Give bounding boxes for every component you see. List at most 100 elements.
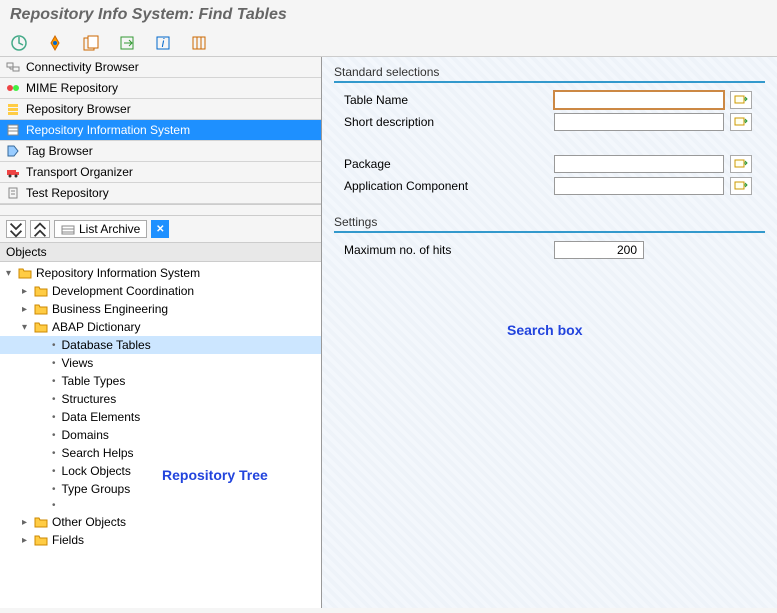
annotation-search-box: Search box <box>507 322 582 338</box>
connectivity-icon <box>6 60 20 74</box>
tree-item[interactable]: ▸ Business Engineering <box>0 300 321 318</box>
tree-item[interactable]: ▸ Other Objects <box>0 513 321 531</box>
multiple-selection-button[interactable] <box>730 113 752 131</box>
field-label: Table Name <box>334 93 554 107</box>
field-input-1[interactable] <box>554 113 724 131</box>
nav-item-mime[interactable]: MIME Repository <box>0 78 321 99</box>
form-row: Short description <box>334 111 765 133</box>
close-button[interactable]: ✕ <box>151 220 169 238</box>
nav-item-label: Tag Browser <box>26 144 93 158</box>
tree-item-label: Repository Information System <box>36 266 200 280</box>
main-toolbar: i <box>0 30 777 57</box>
multiple-selection-button[interactable] <box>730 91 752 109</box>
bullet-icon: • <box>52 340 56 351</box>
tree-item[interactable]: • Views <box>0 354 321 372</box>
browser-icon <box>6 102 20 116</box>
tree-toggle-icon[interactable]: ▾ <box>6 268 18 279</box>
tree-item[interactable]: ▸Fields <box>0 531 321 549</box>
expand-down-icon[interactable] <box>6 220 26 238</box>
nav-item-label: Connectivity Browser <box>26 60 139 74</box>
tree-item-label: ABAP Dictionary <box>52 320 140 334</box>
folder-icon <box>34 303 48 315</box>
multiple-selection-button[interactable] <box>730 155 752 173</box>
variants-icon[interactable] <box>46 34 64 52</box>
bullet-icon: • <box>52 448 56 459</box>
execute-icon[interactable] <box>10 34 28 52</box>
list-toolbar: List Archive ✕ <box>0 215 321 243</box>
nav-item-label: MIME Repository <box>26 81 118 95</box>
field-label: Short description <box>334 115 554 129</box>
nav-item-info[interactable]: Repository Information System <box>0 120 321 141</box>
tree-item-label: Other Objects <box>52 515 126 529</box>
nav-item-tag[interactable]: Tag Browser <box>0 141 321 162</box>
tree-item[interactable]: •Type Groups <box>0 480 321 498</box>
svg-text:i: i <box>162 36 165 50</box>
folder-icon <box>18 267 32 279</box>
bullet-icon: • <box>52 466 56 477</box>
tree-item[interactable]: • Data Elements <box>0 408 321 426</box>
new-selection-icon[interactable] <box>118 34 136 52</box>
form-row: Table Name <box>334 89 765 111</box>
form-row: Package <box>334 153 765 175</box>
navigation-list: Connectivity Browser MIME Repository Repos… <box>0 57 321 205</box>
tree-item[interactable]: • Domains <box>0 426 321 444</box>
tree-item[interactable]: •Structures <box>0 390 321 408</box>
info-icon <box>6 123 20 137</box>
bullet-icon: • <box>52 484 56 495</box>
info-icon[interactable]: i <box>154 34 172 52</box>
tree-item-label: Database Tables <box>62 338 151 352</box>
list-archive-label: List Archive <box>79 222 140 236</box>
tree-item[interactable]: •Table Types <box>0 372 321 390</box>
bullet-icon: • <box>52 412 56 423</box>
bullet-icon: • <box>52 358 56 369</box>
tree-item[interactable]: • <box>0 498 321 513</box>
layout-icon[interactable] <box>190 34 208 52</box>
nav-item-test[interactable]: Test Repository <box>0 183 321 204</box>
form-row: Application Component <box>334 175 765 197</box>
tree-item-label: Development Coordination <box>52 284 194 298</box>
transport-icon <box>6 165 20 179</box>
field-label: Application Component <box>334 179 554 193</box>
tree-item[interactable]: ▾ Repository Information System <box>0 264 321 282</box>
tree-toggle-icon[interactable]: ▸ <box>22 286 34 297</box>
tree-toggle-icon[interactable]: ▾ <box>22 322 34 333</box>
tag-icon <box>6 144 20 158</box>
collapse-up-icon[interactable] <box>30 220 50 238</box>
tree-toggle-icon[interactable]: ▸ <box>22 535 34 546</box>
tree-item-label: Domains <box>62 428 109 442</box>
tree-item-label: Data Elements <box>62 410 141 424</box>
tree-item-label: Structures <box>62 392 117 406</box>
tree-item[interactable]: ▸ Development Coordination <box>0 282 321 300</box>
standard-selections-title: Standard selections <box>334 63 765 83</box>
field-input-2[interactable] <box>554 155 724 173</box>
bullet-icon: • <box>52 430 56 441</box>
max-hits-label: Maximum no. of hits <box>334 243 554 257</box>
nav-item-transport[interactable]: Transport Organizer <box>0 162 321 183</box>
objects-header: Objects <box>0 243 321 262</box>
bullet-icon: • <box>52 500 56 511</box>
tree-item-label: Views <box>62 356 94 370</box>
nav-item-label: Test Repository <box>26 186 109 200</box>
max-hits-input[interactable] <box>554 241 644 259</box>
copy-icon[interactable] <box>82 34 100 52</box>
tree-item-label: Lock Objects <box>62 464 131 478</box>
tree-item[interactable]: •Search Helps <box>0 444 321 462</box>
tree-item-label: Business Engineering <box>52 302 168 316</box>
tree-item[interactable]: ▾ ABAP Dictionary <box>0 318 321 336</box>
tree-toggle-icon[interactable]: ▸ <box>22 304 34 315</box>
nav-item-browser[interactable]: Repository Browser <box>0 99 321 120</box>
folder-icon <box>34 321 48 333</box>
test-icon <box>6 186 20 200</box>
field-input-0[interactable] <box>554 91 724 109</box>
tree-toggle-icon[interactable]: ▸ <box>22 517 34 528</box>
multiple-selection-button[interactable] <box>730 177 752 195</box>
folder-icon <box>34 534 48 546</box>
field-input-3[interactable] <box>554 177 724 195</box>
page-title: Repository Info System: Find Tables <box>0 0 777 30</box>
tree-item[interactable]: • Lock Objects <box>0 462 321 480</box>
nav-item-connectivity[interactable]: Connectivity Browser <box>0 57 321 78</box>
list-archive-button[interactable]: List Archive <box>54 220 147 238</box>
settings-title: Settings <box>334 213 765 233</box>
tree-item[interactable]: • Database Tables <box>0 336 321 354</box>
repository-tree: ▾Repository Information System▸Developme… <box>0 262 321 608</box>
